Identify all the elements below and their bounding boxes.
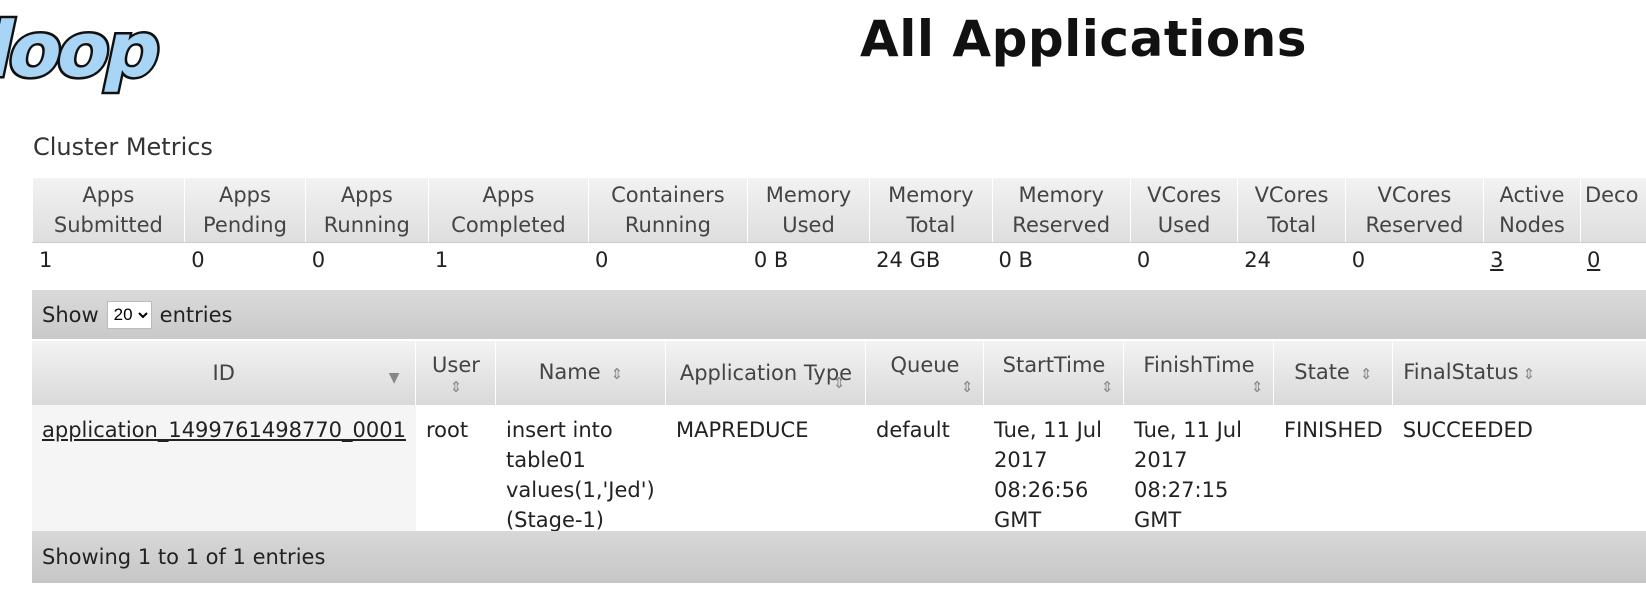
sort-desc-icon: ▼ <box>388 370 400 386</box>
metric-value-memory-reserved: 0 B <box>991 242 1131 277</box>
column-header-state[interactable]: State ⇕ <box>1273 341 1394 405</box>
metric-value-memory-used: 0 B <box>746 242 870 277</box>
metric-header-decommissioned: Deco <box>1580 178 1646 243</box>
sort-icon: ⇕ <box>832 374 846 392</box>
metric-header-vcores-total: VCores Total <box>1237 178 1346 243</box>
logo-text: loop <box>0 7 167 95</box>
cell-state: FINISHED <box>1283 418 1383 442</box>
metric-value-apps-submitted: 1 <box>31 242 185 277</box>
column-header-user[interactable]: User ⇕ <box>415 341 497 405</box>
sort-icon: ⇕ <box>1522 364 1536 383</box>
column-header-application-type[interactable]: Application Type ⇕ <box>665 341 867 405</box>
metric-header-memory-total: Memory Total <box>869 178 993 243</box>
metric-header-apps-running: Apps Running <box>305 178 429 243</box>
metric-value-vcores-total: 24 <box>1237 242 1346 277</box>
show-label: Show <box>42 302 99 327</box>
sort-icon: ⇕ <box>610 364 624 383</box>
sort-icon: ⇕ <box>449 377 463 396</box>
metric-header-apps-pending: Apps Pending <box>184 178 306 243</box>
table-info: Showing 1 to 1 of 1 entries <box>42 545 326 569</box>
cluster-metrics-heading: Cluster Metrics <box>33 133 213 161</box>
column-header-name[interactable]: Name ⇕ <box>495 341 667 405</box>
page-title: All Applications <box>860 10 1308 68</box>
sort-icon: ⇕ <box>1100 377 1114 396</box>
cell-name: insert into table01 values(1,'Jed') (Sta… <box>505 418 655 532</box>
metric-value-apps-running: 0 <box>304 242 429 277</box>
column-header-final-status[interactable]: FinalStatus ⇕ <box>1392 341 1646 405</box>
metric-header-apps-completed: Apps Completed <box>428 178 590 243</box>
metric-header-containers-running: Containers Running <box>588 178 748 243</box>
sort-icon: ⇕ <box>1250 377 1264 396</box>
table-row: application_1499761498770_0001 root inse… <box>32 405 1646 535</box>
cluster-metrics-table: Apps Submitted Apps Pending Apps Running Ap… <box>31 178 1646 277</box>
show-entries-bar: Show 20 entries <box>32 290 1646 339</box>
metric-header-vcores-reserved: VCores Reserved <box>1345 178 1485 243</box>
table-info-footer: Showing 1 to 1 of 1 entries <box>32 531 1646 583</box>
metric-header-vcores-used: VCores Used <box>1130 178 1239 243</box>
cell-user: root <box>425 418 469 442</box>
cell-application-type: MAPREDUCE <box>675 418 809 442</box>
column-header-queue[interactable]: Queue ⇕ <box>865 341 985 405</box>
sort-icon: ⇕ <box>1359 364 1373 383</box>
column-header-id[interactable]: ID ▼ <box>32 341 417 405</box>
application-id-link[interactable]: application_1499761498770_0001 <box>42 418 406 442</box>
column-header-start-time[interactable]: StartTime ⇕ <box>983 341 1125 405</box>
metric-header-active-nodes: Active Nodes <box>1483 178 1581 243</box>
applications-table: ID ▼ User ⇕ Name ⇕ Application Type ⇕ Que… <box>32 341 1646 535</box>
column-header-finish-time[interactable]: FinishTime ⇕ <box>1123 341 1275 405</box>
entries-per-page-select[interactable]: 20 <box>106 300 152 329</box>
metric-header-memory-used: Memory Used <box>747 178 871 243</box>
metric-value-vcores-used: 0 <box>1129 242 1238 277</box>
cell-start-time: Tue, 11 Jul 2017 08:26:56 GMT <box>993 418 1102 532</box>
metric-value-apps-pending: 0 <box>184 242 306 277</box>
cell-finish-time: Tue, 11 Jul 2017 08:27:15 GMT <box>1133 418 1242 532</box>
sort-icon: ⇕ <box>960 377 974 396</box>
metric-header-apps-submitted: Apps Submitted <box>32 178 186 243</box>
metric-header-memory-reserved: Memory Reserved <box>992 178 1131 243</box>
metric-value-apps-completed: 1 <box>427 242 589 277</box>
metric-value-memory-total: 24 GB <box>869 242 993 277</box>
entries-label: entries <box>159 302 233 327</box>
cell-queue: default <box>875 418 950 442</box>
cell-final-status: SUCCEEDED <box>1402 418 1533 442</box>
active-nodes-link[interactable]: 3 <box>1490 248 1503 272</box>
decommissioned-nodes-link[interactable]: 0 <box>1587 248 1600 272</box>
hadoop-logo: loop <box>0 4 170 96</box>
metric-value-vcores-reserved: 0 <box>1344 242 1484 277</box>
metric-value-containers-running: 0 <box>588 242 748 277</box>
